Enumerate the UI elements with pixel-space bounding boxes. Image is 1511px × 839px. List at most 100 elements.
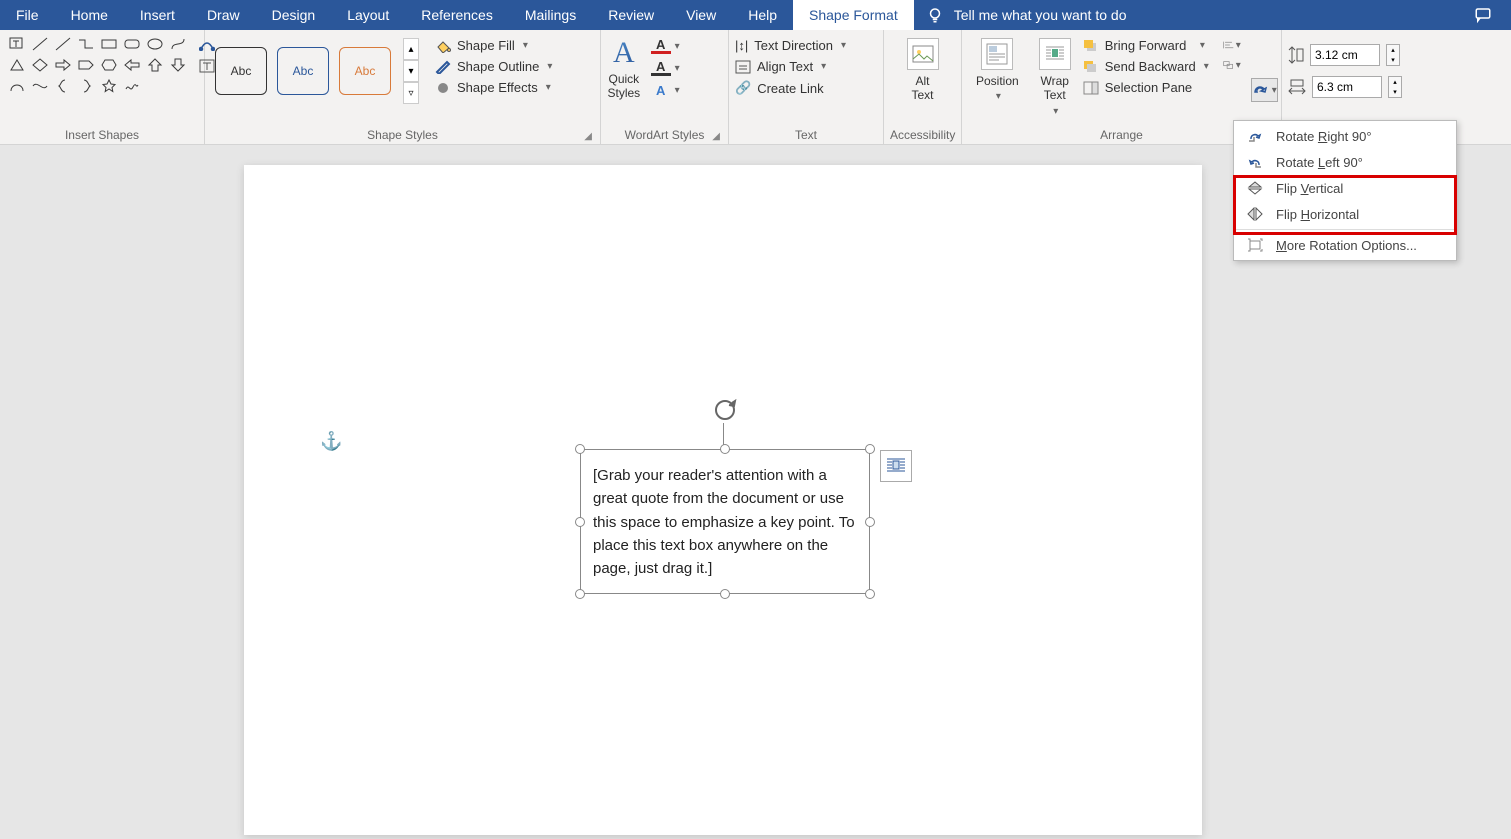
rotate-button[interactable]: ▾	[1251, 78, 1278, 102]
menu-file[interactable]: File	[0, 0, 55, 30]
flip-horizontal-item[interactable]: Flip Horizontal	[1234, 201, 1456, 227]
group-insert-shapes: Insert Shapes	[0, 30, 205, 144]
shape-triangle-icon[interactable]	[6, 55, 28, 75]
resize-handle-bl[interactable]	[575, 589, 585, 599]
rotate-left-item[interactable]: Rotate Left 90°	[1234, 149, 1456, 175]
position-button[interactable]: Position▾	[968, 34, 1027, 103]
height-up-icon[interactable]: ▴	[1387, 45, 1399, 55]
wordart-preview-icon: A	[607, 36, 641, 70]
flip-horizontal-icon	[1246, 206, 1264, 222]
group-button[interactable]: ▾	[1223, 58, 1241, 72]
shape-roundrect-icon[interactable]	[121, 34, 143, 54]
shape-scribble-icon[interactable]	[121, 76, 143, 96]
align-button[interactable]: ▾	[1223, 38, 1241, 52]
shape-arrowleft-icon[interactable]	[121, 55, 143, 75]
gallery-up-icon[interactable]: ▴	[403, 38, 419, 60]
quick-styles-button[interactable]: A Quick Styles	[607, 34, 641, 100]
shape-curve-icon[interactable]	[29, 76, 51, 96]
more-rotation-item[interactable]: More Rotation Options...	[1234, 232, 1456, 258]
group-text: |↕| Text Direction▾ Align Text▾ 🔗 Create…	[729, 30, 884, 144]
bring-forward-button[interactable]: Bring Forward ▾	[1083, 38, 1209, 53]
resize-handle-t[interactable]	[720, 444, 730, 454]
shape-textbox-icon[interactable]	[6, 34, 28, 54]
menu-layout[interactable]: Layout	[331, 0, 405, 30]
shape-effects-button[interactable]: Shape Effects▾	[435, 80, 552, 95]
resize-handle-l[interactable]	[575, 517, 585, 527]
selected-textbox[interactable]: [Grab your reader's attention with a gre…	[580, 449, 870, 594]
shape-diamond-icon[interactable]	[29, 55, 51, 75]
shape-outline-button[interactable]: Shape Outline▾	[435, 59, 552, 74]
comments-icon[interactable]	[1473, 6, 1493, 27]
shape-fill-button[interactable]: Shape Fill▾	[435, 38, 552, 53]
menu-design[interactable]: Design	[256, 0, 332, 30]
shape-arrow-icon[interactable]	[52, 55, 74, 75]
dialog-launcher-icon[interactable]: ◢	[584, 131, 592, 142]
text-effects-button[interactable]: A▾	[651, 82, 680, 98]
shape-arrowdown-icon[interactable]	[167, 55, 189, 75]
shape-connector-icon[interactable]	[75, 34, 97, 54]
menu-insert[interactable]: Insert	[124, 0, 191, 30]
shape-hexagon-icon[interactable]	[98, 55, 120, 75]
rotate-left-label: Rotate Left 90°	[1276, 155, 1363, 170]
menu-references[interactable]: References	[405, 0, 509, 30]
shape-arc-icon[interactable]	[6, 76, 28, 96]
flip-vertical-item[interactable]: Flip Vertical	[1234, 175, 1456, 201]
rotation-handle[interactable]	[710, 395, 740, 430]
height-down-icon[interactable]: ▾	[1387, 55, 1399, 65]
shape-brace-icon[interactable]	[75, 76, 97, 96]
chevron-down-icon: ▾	[675, 41, 680, 52]
align-text-button[interactable]: Align Text▾	[735, 59, 846, 74]
shape-freeform-icon[interactable]	[167, 34, 189, 54]
style-preset-1[interactable]: Abc	[215, 47, 267, 95]
layout-options-button[interactable]	[880, 450, 912, 482]
style-preset-3[interactable]: Abc	[339, 47, 391, 95]
resize-handle-br[interactable]	[865, 589, 875, 599]
send-backward-button[interactable]: Send Backward▾	[1083, 59, 1209, 74]
shape-line2-icon[interactable]	[52, 34, 74, 54]
shape-oval-icon[interactable]	[144, 34, 166, 54]
shape-star-icon[interactable]	[98, 76, 120, 96]
wrap-text-icon	[1039, 38, 1071, 70]
shape-pentagon-icon[interactable]	[75, 55, 97, 75]
lightbulb-icon	[926, 6, 944, 24]
width-up-icon[interactable]: ▴	[1389, 77, 1401, 87]
shape-arrowup-icon[interactable]	[144, 55, 166, 75]
width-down-icon[interactable]: ▾	[1389, 87, 1401, 97]
text-direction-button[interactable]: |↕| Text Direction▾	[735, 38, 846, 53]
style-preset-2[interactable]: Abc	[277, 47, 329, 95]
wrap-text-button[interactable]: Wrap Text ▾	[1031, 34, 1079, 118]
resize-handle-tr[interactable]	[865, 444, 875, 454]
menu-mailings[interactable]: Mailings	[509, 0, 592, 30]
group-shape-styles: Abc Abc Abc ▴ ▾ ▿ Shape Fill▾ Shape Outl…	[205, 30, 601, 144]
anchor-icon[interactable]: ⚓	[320, 431, 342, 452]
menu-review[interactable]: Review	[592, 0, 670, 30]
create-link-button[interactable]: 🔗 Create Link	[735, 80, 846, 96]
shape-width-input[interactable]	[1312, 76, 1382, 98]
gallery-down-icon[interactable]: ▾	[403, 60, 419, 82]
tell-me-search[interactable]: Tell me what you want to do	[914, 6, 1139, 24]
height-icon	[1288, 46, 1304, 64]
text-fill-button[interactable]: A▾	[651, 38, 680, 54]
shape-height-input[interactable]	[1310, 44, 1380, 66]
text-outline-button[interactable]: A▾	[651, 60, 680, 76]
resize-handle-r[interactable]	[865, 517, 875, 527]
dialog-launcher-icon[interactable]: ◢	[712, 131, 720, 142]
textbox-content[interactable]: [Grab your reader's attention with a gre…	[593, 467, 855, 577]
menu-view[interactable]: View	[670, 0, 732, 30]
selection-pane-button[interactable]: Selection Pane	[1083, 80, 1209, 95]
menu-draw[interactable]: Draw	[191, 0, 256, 30]
menu-help[interactable]: Help	[732, 0, 793, 30]
rotate-right-item[interactable]: Rotate Right 90°	[1234, 123, 1456, 149]
alt-text-button[interactable]: Alt Text	[899, 34, 947, 103]
menu-separator	[1234, 229, 1456, 230]
resize-handle-b[interactable]	[720, 589, 730, 599]
menu-shape-format[interactable]: Shape Format	[793, 0, 914, 30]
menu-home[interactable]: Home	[55, 0, 124, 30]
shape-bracket-icon[interactable]	[52, 76, 74, 96]
resize-handle-tl[interactable]	[575, 444, 585, 454]
shape-line-icon[interactable]	[29, 34, 51, 54]
shapes-gallery[interactable]	[6, 34, 189, 96]
gallery-more-icon[interactable]: ▿	[403, 82, 419, 104]
shape-rect-icon[interactable]	[98, 34, 120, 54]
shape-style-gallery[interactable]: Abc Abc Abc ▴ ▾ ▿	[211, 34, 423, 108]
